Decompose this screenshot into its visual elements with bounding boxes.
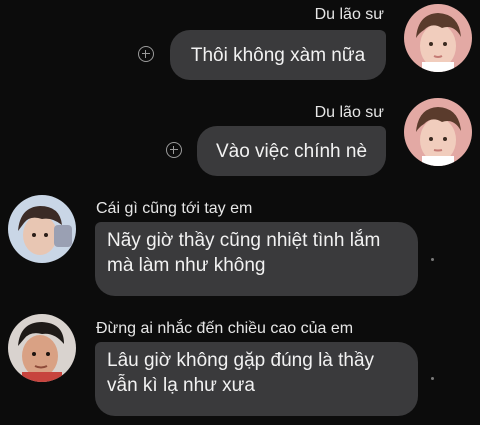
message-bubble[interactable]: Lâu giờ không gặp đúng là thầy vẫn kì lạ… xyxy=(95,342,418,416)
avatar[interactable] xyxy=(8,314,76,382)
sent-status-dot xyxy=(431,377,434,380)
sender-name: Du lão sư xyxy=(314,6,384,23)
message-bubble[interactable]: Thôi không xàm nữa xyxy=(170,30,386,80)
add-reaction-icon[interactable] xyxy=(166,142,182,158)
avatar[interactable] xyxy=(404,98,472,166)
add-reaction-icon[interactable] xyxy=(138,46,154,62)
avatar[interactable] xyxy=(8,195,76,263)
sender-name: Đừng ai nhắc đến chiều cao của em xyxy=(96,320,354,337)
avatar[interactable] xyxy=(404,4,472,72)
sent-status-dot xyxy=(431,258,434,261)
message-bubble[interactable]: Nãy giờ thầy cũng nhiệt tình lắm mà làm … xyxy=(95,222,418,296)
message-bubble[interactable]: Vào việc chính nè xyxy=(197,126,386,176)
sender-name: Du lão sư xyxy=(314,104,384,121)
sender-name: Cái gì cũng tới tay em xyxy=(96,200,253,217)
